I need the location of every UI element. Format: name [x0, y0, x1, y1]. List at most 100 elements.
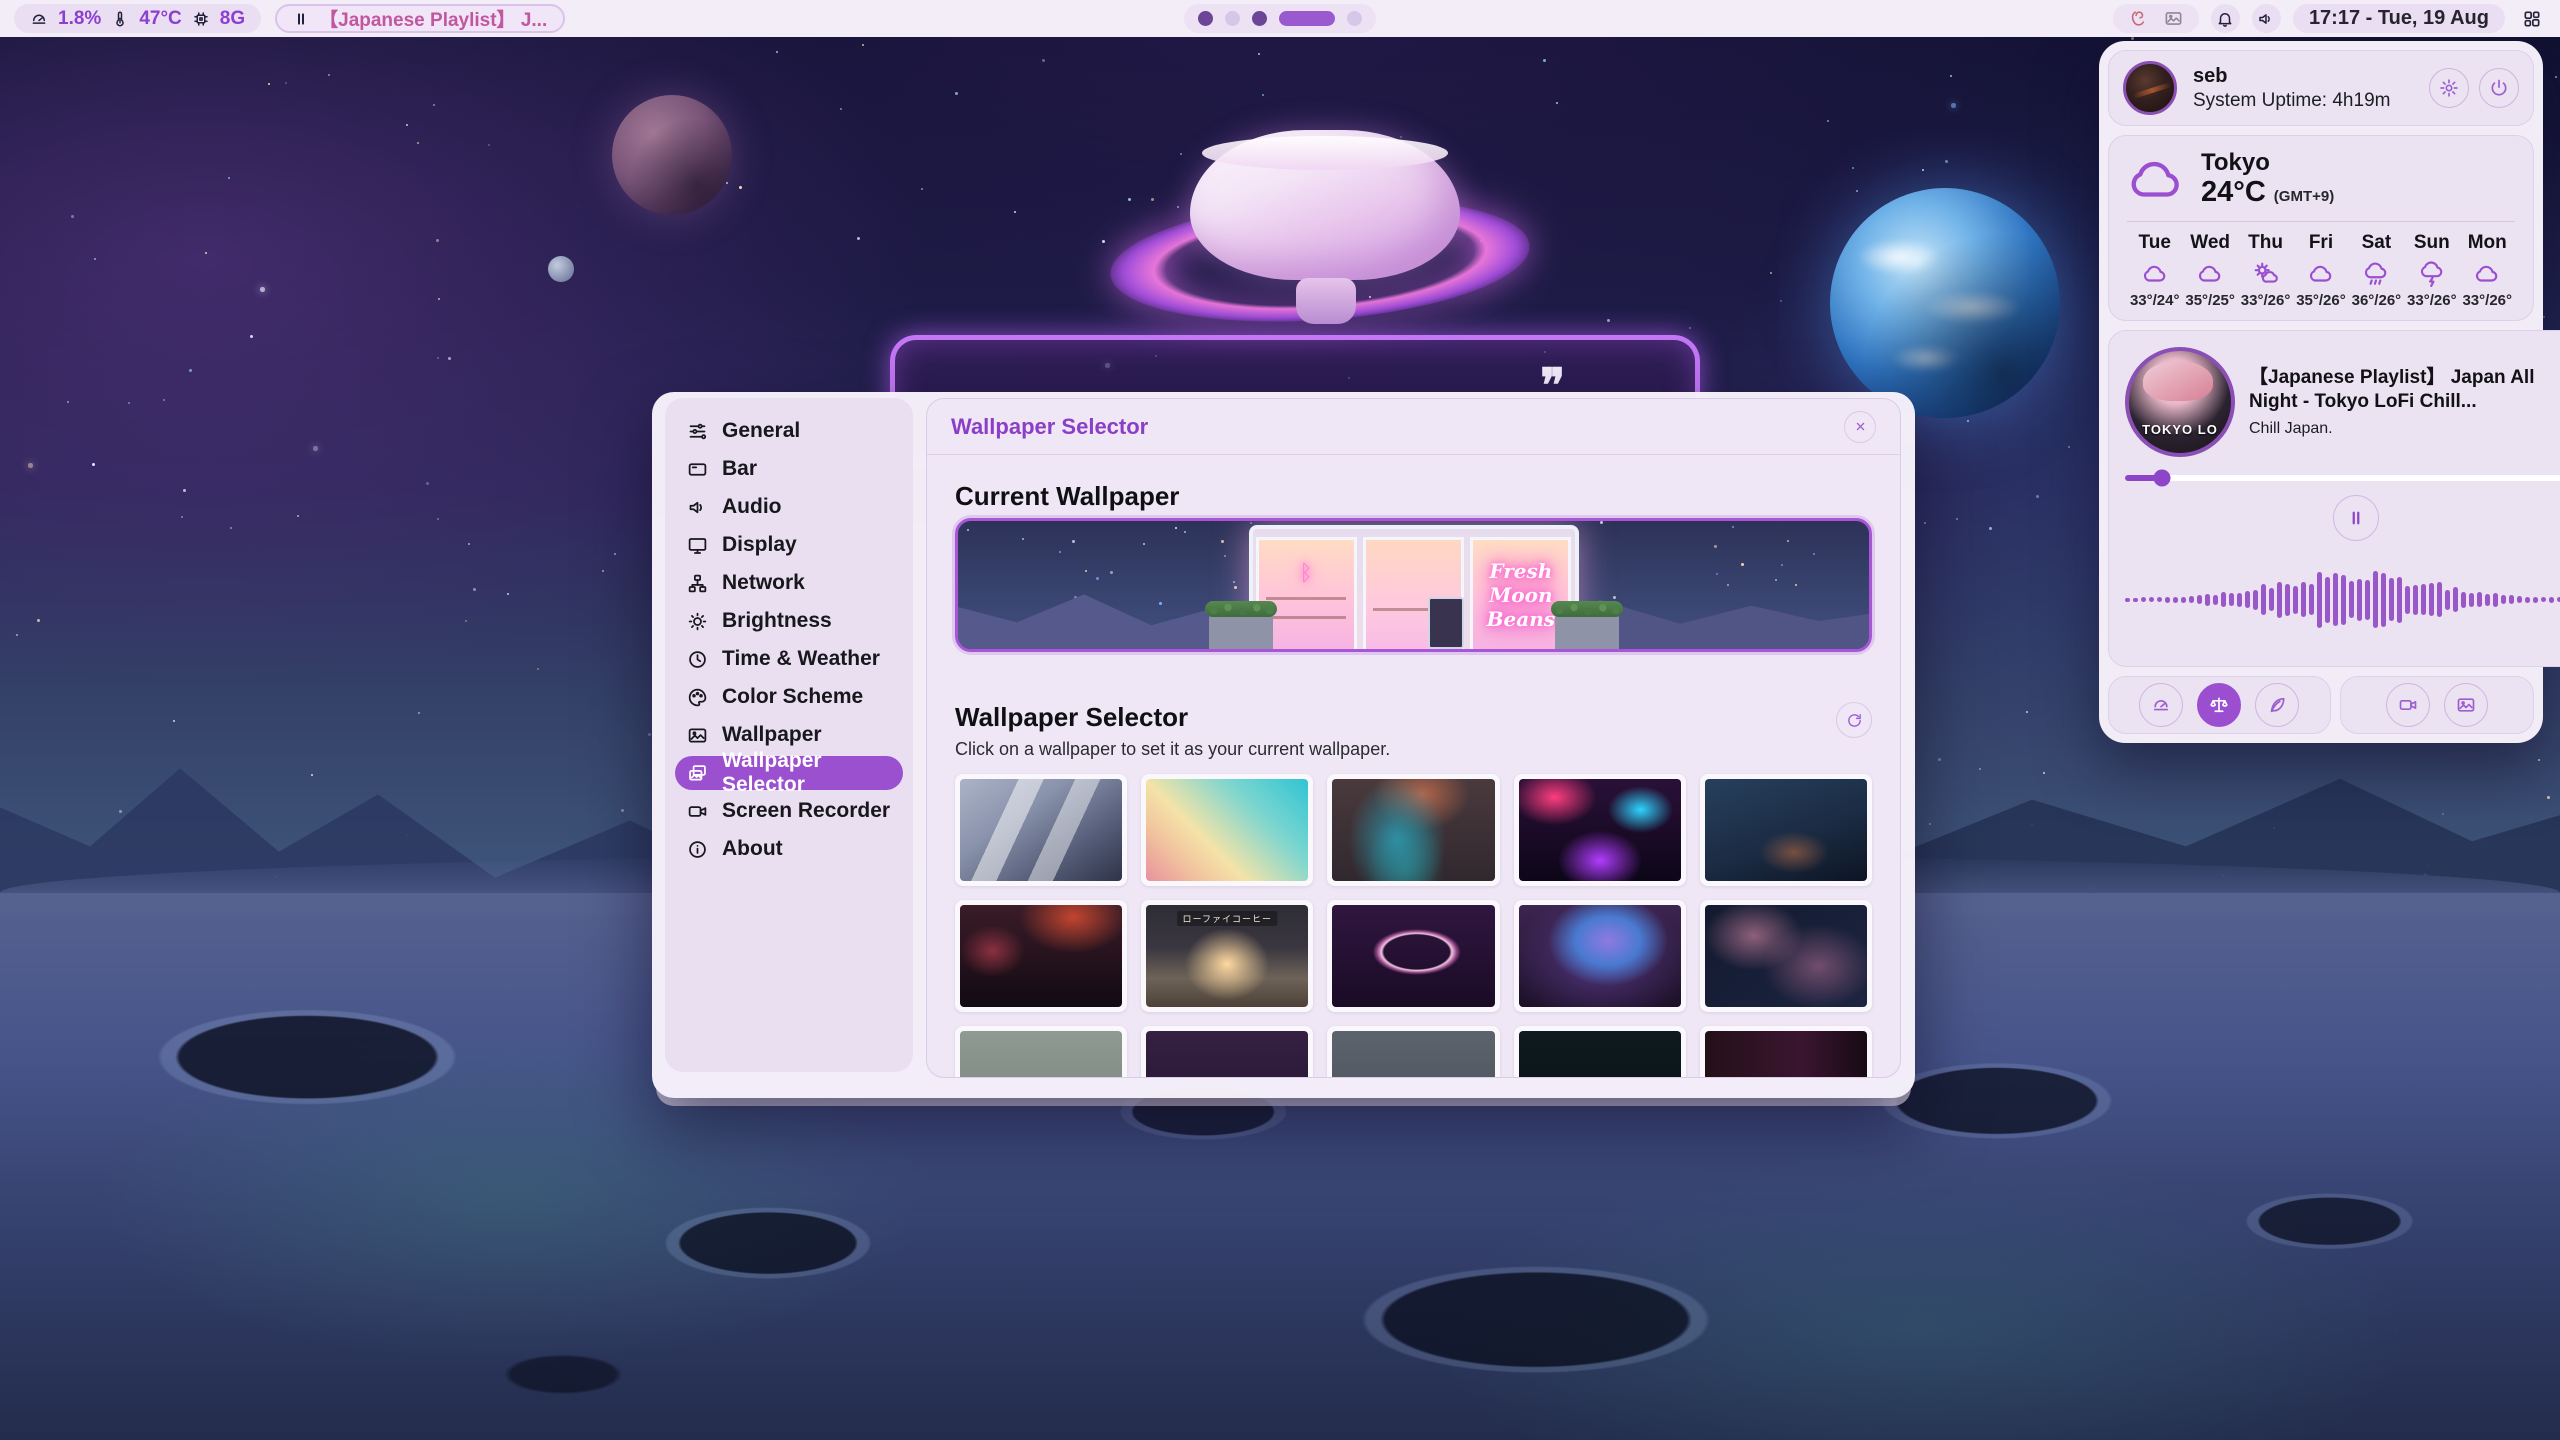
screen-record-button[interactable] [2386, 683, 2430, 727]
performance-mode-button[interactable] [2139, 683, 2183, 727]
speedometer-icon [2151, 695, 2171, 715]
sidebar-item-bar[interactable]: Bar [675, 452, 903, 486]
wallpaper-thumb-dark-teal[interactable] [1514, 1026, 1686, 1078]
wallpaper-thumb-lofi-coffee-shop[interactable]: ローファイコーヒー [1141, 900, 1313, 1012]
sidebar-item-audio[interactable]: Audio [675, 490, 903, 524]
selector-heading-block: Wallpaper Selector Click on a wallpaper … [955, 702, 1390, 760]
settings-content: Current Wallpaper ᛒ FreshMoonBeans [927, 455, 1900, 1078]
wallpaper-thumb-neon-arcade-alley[interactable] [1514, 774, 1686, 886]
system-stats-pill[interactable]: 1.8% 47°C 8G [14, 4, 261, 33]
tray-image-icon[interactable] [2164, 9, 2183, 28]
workspace-dot-5[interactable] [1347, 11, 1362, 26]
visualizer-bar [2149, 597, 2154, 602]
media-progress-thumb[interactable] [2153, 470, 2170, 487]
media-text: 【Japanese Playlist】 Japan All Night - To… [2249, 366, 2560, 438]
wallpaper-thumb-pastel-gradient[interactable] [1141, 774, 1313, 886]
forecast-day-wed: Wed 35°/25° [2182, 232, 2237, 309]
refresh-button[interactable] [1836, 702, 1872, 738]
forecast-temps: 35°/25° [2182, 292, 2237, 309]
visualizer-bar [2205, 594, 2210, 606]
storm-icon [2419, 261, 2445, 287]
earth-planet [1830, 188, 2060, 418]
visualizer-bar [2141, 597, 2146, 602]
visualizer-bar [2197, 595, 2202, 604]
sidebar-item-general[interactable]: General [675, 414, 903, 448]
cloud-icon [2474, 261, 2500, 287]
media-pill[interactable]: 【Japanese Playlist】 J... [275, 4, 565, 33]
sidebar-item-about[interactable]: About [675, 832, 903, 866]
sidebar-item-network[interactable]: Network [675, 566, 903, 600]
sidebar-item-brightness[interactable]: Brightness [675, 604, 903, 638]
workspace-dot-2[interactable] [1225, 11, 1240, 26]
media-player-card: 【Japanese Playlist】 Japan All Night - To… [2108, 330, 2560, 667]
sidebar-item-screen-recorder[interactable]: Screen Recorder [675, 794, 903, 828]
palette-icon [687, 687, 708, 708]
visualizer-bar [2469, 593, 2474, 607]
cloud-icon [2308, 261, 2334, 287]
wallpaper-thumb-dark-maroon[interactable] [1700, 1026, 1872, 1078]
power-button[interactable] [2479, 68, 2519, 108]
sidebar-item-display[interactable]: Display [675, 528, 903, 562]
wallpaper-thumb-red-forest-figure[interactable] [955, 900, 1127, 1012]
forecast-day-name: Wed [2182, 232, 2237, 254]
sidebar-item-wallpaper-selector[interactable]: Wallpaper Selector [675, 756, 903, 790]
workspace-dot-3[interactable] [1252, 11, 1267, 26]
sidebar-item-label: Network [722, 571, 805, 595]
weather-forecast: Tue33°/24°Wed35°/25°Thu33°/26°Fri35°/26°… [2127, 232, 2515, 309]
system-tray [2113, 4, 2199, 33]
tray-app-icon[interactable] [2129, 9, 2148, 28]
visualizer-bar [2213, 595, 2218, 605]
workspace-indicator [1184, 4, 1376, 33]
header-buttons [2429, 68, 2519, 108]
current-wallpaper-heading: Current Wallpaper [955, 481, 1872, 512]
wallpaper-thumb-anime-girl-crosswalk[interactable] [955, 774, 1127, 886]
workspace-dot-1[interactable] [1198, 11, 1213, 26]
clock-pill[interactable]: 17:17 - Tue, 19 Aug [2293, 4, 2505, 33]
close-button[interactable] [1844, 411, 1876, 443]
powersave-mode-button[interactable] [2255, 683, 2299, 727]
visualizer-bar [2373, 571, 2378, 628]
sidebar-item-label: Wallpaper Selector [722, 749, 891, 797]
media-progress-slider[interactable] [2125, 475, 2560, 481]
visualizer-bar [2461, 592, 2466, 608]
visualizer-bar [2229, 593, 2234, 606]
wallpaper-image [1705, 779, 1867, 881]
visualizer-bar [2301, 582, 2306, 617]
wallpaper-thumb-purple-light-ring[interactable] [1327, 900, 1499, 1012]
visualizer-bar [2181, 597, 2186, 603]
cpu-gauge-icon [30, 10, 48, 28]
wallpaper-thumb-pink-tree-night[interactable] [1141, 1026, 1313, 1078]
sidebar-item-label: Screen Recorder [722, 799, 890, 823]
media-pill-title: 【Japanese Playlist】 J... [319, 5, 547, 32]
media-pause-button[interactable] [2333, 495, 2379, 541]
wallpaper-image: ローファイコーヒー [1146, 905, 1308, 1007]
sidebar-item-color-scheme[interactable]: Color Scheme [675, 680, 903, 714]
visualizer-bar [2245, 591, 2250, 608]
wallpaper-thumb-slate-grey[interactable] [1327, 1026, 1499, 1078]
visualizer-bar [2405, 586, 2410, 614]
wallpaper-thumb-grey-green-field[interactable] [955, 1026, 1127, 1078]
workspace-dot-4[interactable] [1279, 11, 1335, 26]
wallpaper-thumb-nebula-forest[interactable] [1514, 900, 1686, 1012]
wallpaper-thumb-blurred-teal-abstract[interactable] [1327, 774, 1499, 886]
volume-button[interactable] [2252, 4, 2281, 33]
forecast-icon-wrap [2182, 260, 2237, 288]
wallpaper-thumb-abstract-mesh-waves[interactable] [1700, 900, 1872, 1012]
gear-icon [2439, 78, 2459, 98]
notifications-button[interactable] [2211, 4, 2240, 33]
sidebar-item-wallpaper[interactable]: Wallpaper [675, 718, 903, 752]
wallpaper-image [1146, 779, 1308, 881]
visualizer-bar [2237, 593, 2242, 607]
balanced-mode-button[interactable] [2197, 683, 2241, 727]
wallpaper-thumb-dark-snowy-village[interactable] [1700, 774, 1872, 886]
visualizer-bar [2493, 593, 2498, 607]
sidebar-item-time-weather[interactable]: Time & Weather [675, 642, 903, 676]
dashboard-button[interactable] [2517, 4, 2546, 33]
cpu-temp: 47°C [139, 8, 181, 30]
settings-button[interactable] [2429, 68, 2469, 108]
visualizer-bar [2501, 595, 2506, 604]
visualizer-bar [2549, 597, 2554, 603]
wallpaper-tool-button[interactable] [2444, 683, 2488, 727]
pause-icon [293, 11, 309, 27]
small-moon [548, 256, 574, 282]
